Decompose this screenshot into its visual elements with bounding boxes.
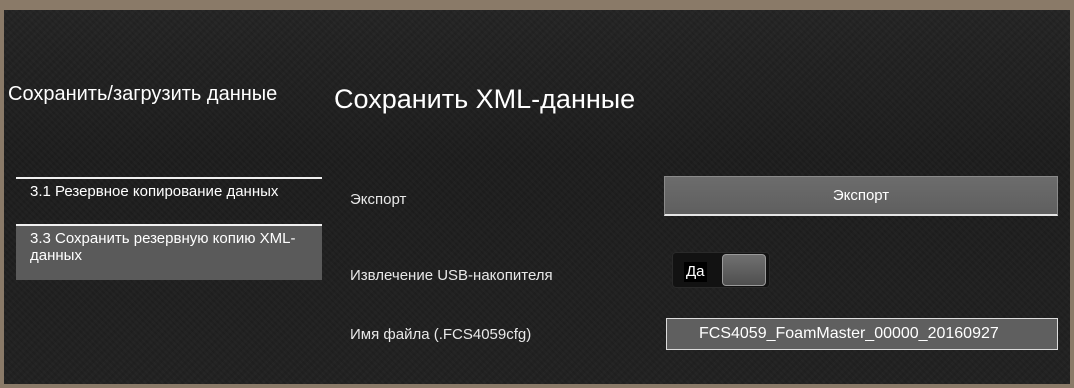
export-button[interactable]: Экспорт [664,176,1058,216]
sidebar-item-backup[interactable]: 3.1 Резервное копирование данных [16,177,322,223]
usb-eject-toggle[interactable]: Да [672,252,770,288]
sidebar-title: Сохранить/загрузить данные [8,83,278,105]
sidebar-item-xml-backup[interactable]: 3.3 Сохранить резервную копию XML-данных [16,224,322,280]
usb-eject-label: Извлечение USB-накопителя [350,267,553,284]
toggle-value: Да [684,262,707,282]
filename-label: Имя файла (.FCS4059cfg) [350,326,532,343]
export-label: Экспорт [350,191,407,208]
app-window: Сохранить/загрузить данные 3.1 Резервное… [4,10,1070,384]
page-title: Сохранить XML-данные [334,84,636,114]
filename-input[interactable]: FCS4059_FoamMaster_00000_20160927 [666,318,1058,350]
toggle-knob[interactable] [722,254,766,286]
